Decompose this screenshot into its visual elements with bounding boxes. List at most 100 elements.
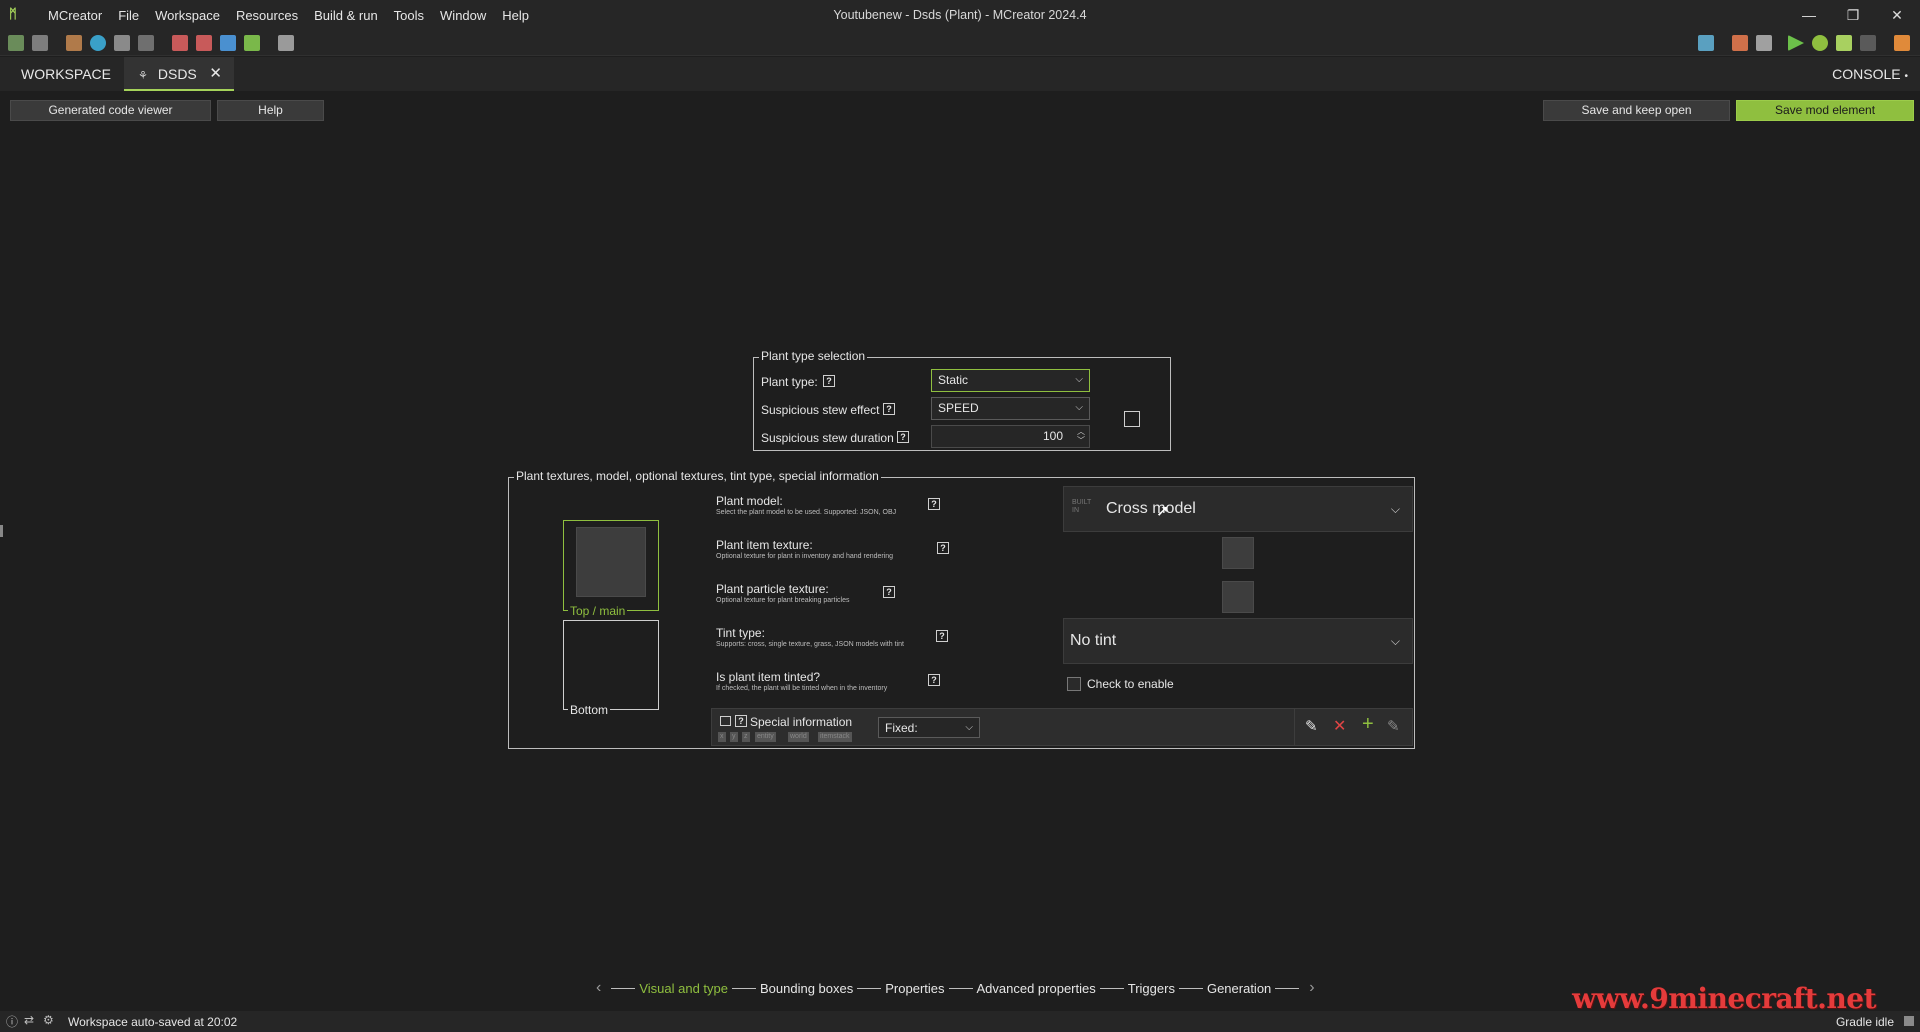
side-drag-handle[interactable] [0,525,3,537]
folder-icon[interactable] [1698,35,1714,51]
save-keep-open-button[interactable]: Save and keep open [1543,100,1730,121]
refresh-icon[interactable] [90,35,106,51]
close-tab-icon[interactable]: ✕ [209,57,222,91]
plant-model-dropdown[interactable]: BUILT IN Cross model ⌵ ➚ [1063,486,1413,532]
menu-workspace[interactable]: Workspace [147,8,228,23]
export-mod-icon[interactable] [1894,35,1910,51]
tint-type-dropdown[interactable]: No tint ⌵ [1063,618,1413,664]
plant-model-help-icon[interactable]: ? [928,498,940,510]
wizard-divider [857,987,882,989]
special-info-mode-dropdown[interactable]: Fixed: ⌵ [878,717,980,738]
wizard-divider [948,987,973,989]
menu-mcreator[interactable]: MCreator [40,8,110,23]
special-info-help-icon[interactable]: ? [735,715,747,727]
plant-type-label: Plant type: [761,375,818,389]
workspace-icon[interactable] [8,35,24,51]
stew-effect-dropdown[interactable]: SPEED ⌵ [931,397,1090,420]
spinner-arrows-icon[interactable]: ︿ ﹀ [1077,427,1085,445]
brush-icon[interactable] [1732,35,1748,51]
grid-green-icon[interactable] [244,35,260,51]
menu-window[interactable]: Window [432,8,494,23]
menu-file[interactable]: File [110,8,147,23]
tag-entity[interactable]: entity [755,732,776,742]
stew-effect-help-icon[interactable]: ? [883,403,895,415]
tab-bar: WORKSPACE ⚘ DSDS ✕ CONSOLE • [0,57,1920,91]
menu-resources[interactable]: Resources [228,8,306,23]
run-client-icon[interactable] [1788,35,1804,51]
tab-dsds[interactable]: ⚘ DSDS ✕ [124,57,234,91]
restore-button[interactable]: ❐ [1830,0,1876,30]
wizard-step-generation[interactable]: Generation [1207,981,1271,996]
generated-code-viewer-button[interactable]: Generated code viewer [10,100,211,121]
plant-type-value: Static [938,373,969,387]
save-mod-element-button[interactable]: Save mod element [1736,100,1914,121]
mcreator-logo-icon: ᛗ [9,6,17,21]
edit-pencil-icon[interactable]: ✎ [1305,717,1318,735]
item-texture-description: Optional texture for plant in inventory … [716,553,894,560]
grid-blue-icon[interactable] [220,35,236,51]
tag-itemstack[interactable]: itemstack [818,732,852,742]
wizard-step-bounding-boxes[interactable]: Bounding boxes [760,981,853,996]
item-texture-help-icon[interactable]: ? [937,542,949,554]
top-main-texture-preview [576,527,646,597]
tab-workspace[interactable]: WORKSPACE [7,57,125,91]
add-plus-icon[interactable]: + [1362,713,1374,736]
close-window-button[interactable]: ✕ [1874,0,1920,30]
stop-icon[interactable] [1860,35,1876,51]
resource-pack-icon[interactable] [66,35,82,51]
debug-icon[interactable] [1812,35,1828,51]
plant-element-icon: ⚘ [138,70,148,82]
tint-type-description: Supports: cross, single texture, grass, … [716,641,904,648]
stew-enable-checkbox[interactable] [1124,411,1140,427]
network-icon[interactable]: ⇄ [24,1013,34,1027]
export-icon[interactable] [114,35,130,51]
tag-x[interactable]: x [718,732,726,742]
wizard-step-properties[interactable]: Properties [885,981,944,996]
plant-type-help-icon[interactable]: ? [823,375,835,387]
item-texture-slot[interactable] [1222,537,1254,569]
menu-tools[interactable]: Tools [386,8,432,23]
run-server-icon[interactable] [1836,35,1852,51]
grid-red-2-icon[interactable] [196,35,212,51]
hammer-icon[interactable] [1756,35,1772,51]
console-toggle[interactable]: CONSOLE • [1832,57,1908,91]
help-button[interactable]: Help [217,100,324,121]
remove-x-icon[interactable]: ✕ [1333,716,1346,736]
grid-red-icon[interactable] [172,35,188,51]
tag-y[interactable]: y [730,732,738,742]
particle-texture-slot[interactable] [1222,581,1254,613]
chevron-down-icon: ⌵ [1390,502,1400,516]
edit-secondary-icon[interactable]: ✎ [1387,717,1400,735]
top-main-texture-slot[interactable]: Top / main [563,520,659,618]
next-step-icon[interactable]: › [1309,979,1314,997]
plant-model-label: Plant model: [716,494,783,508]
status-message: Workspace auto-saved at 20:02 [68,1015,238,1029]
particle-texture-help-icon[interactable]: ? [883,586,895,598]
menu-help[interactable]: Help [494,8,537,23]
item-tinted-checkbox[interactable] [1067,677,1081,691]
stew-duration-spinner[interactable]: 100 ︿ ﹀ [931,425,1090,448]
tag-world[interactable]: world [788,732,809,742]
tint-type-help-icon[interactable]: ? [936,630,948,642]
wizard-step-triggers[interactable]: Triggers [1128,981,1175,996]
plant-type-dropdown[interactable]: Static ⌵ [931,369,1090,392]
stew-duration-help-icon[interactable]: ? [897,431,909,443]
code-view-icon[interactable] [32,35,48,51]
special-information-bar: ? Special information x y z entity world… [711,708,1413,746]
wizard-divider [1275,987,1300,989]
stew-effect-label: Suspicious stew effect [761,403,880,417]
minimize-button[interactable]: — [1786,0,1832,30]
settings-panel-icon[interactable] [278,35,294,51]
import-icon[interactable] [138,35,154,51]
settings-gear-icon[interactable]: ⚙ [43,1013,54,1027]
item-tinted-help-icon[interactable]: ? [928,674,940,686]
menu-build-run[interactable]: Build & run [306,8,386,23]
wizard-step-visual-and-type[interactable]: Visual and type [639,981,728,996]
toolbar [0,30,1920,56]
wizard-step-advanced-properties[interactable]: Advanced properties [977,981,1096,996]
status-bar: ⓘ ⇄ ⚙ Workspace auto-saved at 20:02 Grad… [0,1011,1920,1032]
tag-z[interactable]: z [742,732,750,742]
info-icon[interactable]: ⓘ [6,1013,18,1030]
bottom-texture-slot[interactable]: Bottom [563,620,659,717]
previous-step-icon[interactable]: ‹ [596,979,601,997]
